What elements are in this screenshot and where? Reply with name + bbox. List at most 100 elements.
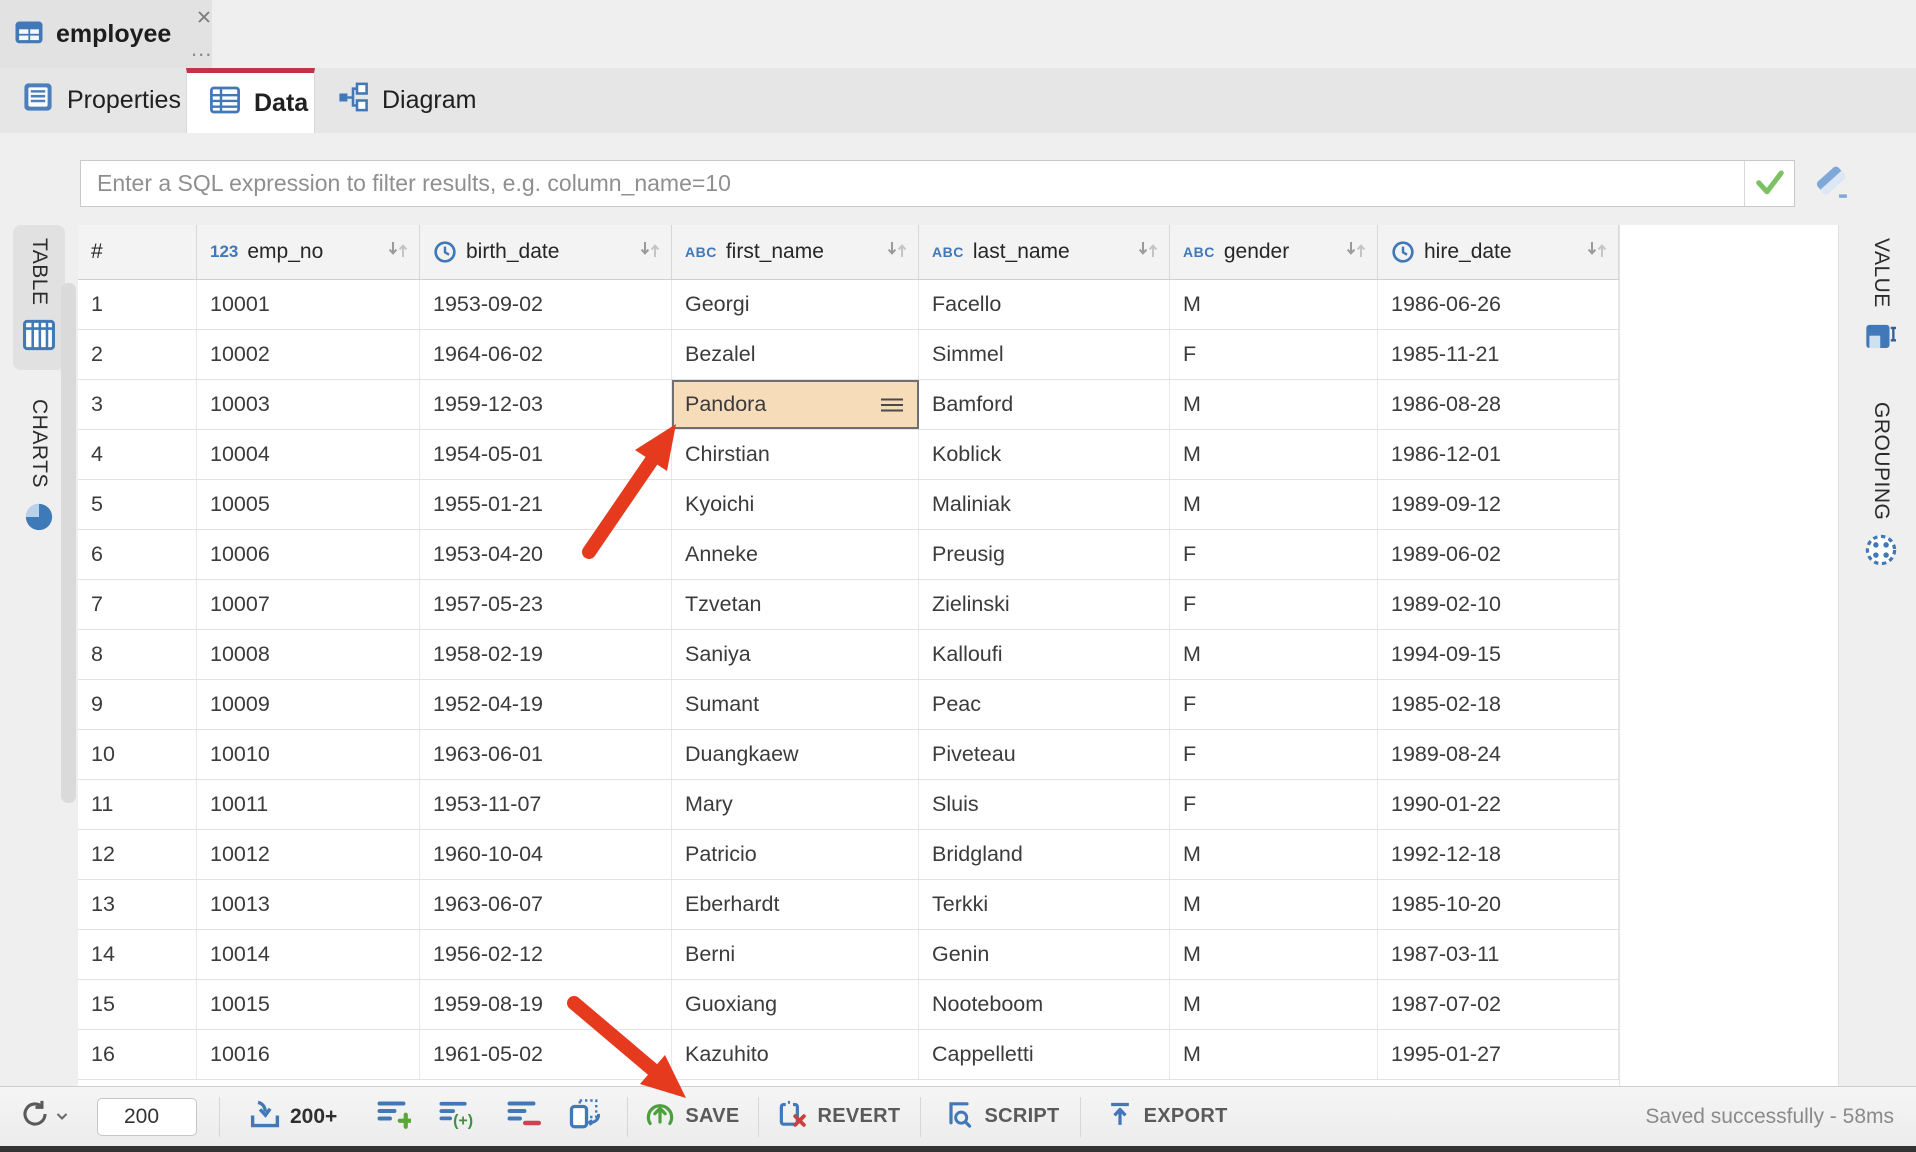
cell-first_name[interactable]: Kyoichi — [672, 480, 919, 529]
cell-birth_date[interactable]: 1963-06-01 — [420, 730, 672, 779]
selected-cell[interactable]: Pandora — [672, 380, 919, 429]
sort-icon[interactable] — [1344, 240, 1368, 265]
cell-last_name[interactable]: Peac — [919, 680, 1170, 729]
sort-icon[interactable] — [885, 240, 909, 265]
grid-vertical-scrollbar[interactable] — [61, 283, 76, 803]
cell-gender[interactable]: F — [1170, 530, 1378, 579]
row-number-cell[interactable]: 11 — [78, 780, 197, 829]
cell-birth_date[interactable]: 1961-05-02 — [420, 1030, 672, 1079]
cell-emp_no[interactable]: 10005 — [197, 480, 420, 529]
refresh-button[interactable] — [18, 1097, 69, 1136]
delete-row-button[interactable] — [505, 1097, 541, 1136]
row-number-cell[interactable]: 2 — [78, 330, 197, 379]
cell-first_name[interactable]: Saniya — [672, 630, 919, 679]
row-number-cell[interactable]: 6 — [78, 530, 197, 579]
cell-hire_date[interactable]: 1990-01-22 — [1378, 780, 1619, 829]
panel-tab-value[interactable]: VALUE — [1855, 225, 1907, 373]
cell-gender[interactable]: F — [1170, 780, 1378, 829]
sort-icon[interactable] — [1585, 240, 1609, 265]
cell-birth_date[interactable]: 1957-05-23 — [420, 580, 672, 629]
cell-last_name[interactable]: Simmel — [919, 330, 1170, 379]
cell-gender[interactable]: M — [1170, 830, 1378, 879]
save-button[interactable]: SAVE — [644, 1098, 739, 1136]
cell-birth_date[interactable]: 1956-02-12 — [420, 930, 672, 979]
cell-last_name[interactable]: Kalloufi — [919, 630, 1170, 679]
cell-first_name[interactable]: Mary — [672, 780, 919, 829]
cell-birth_date[interactable]: 1954-05-01 — [420, 430, 672, 479]
cell-hire_date[interactable]: 1986-06-26 — [1378, 280, 1619, 329]
cell-hire_date[interactable]: 1992-12-18 — [1378, 830, 1619, 879]
row-number-cell[interactable]: 15 — [78, 980, 197, 1029]
cell-last_name[interactable]: Terkki — [919, 880, 1170, 929]
cell-last_name[interactable]: Nooteboom — [919, 980, 1170, 1029]
row-number-cell[interactable]: 14 — [78, 930, 197, 979]
cell-gender[interactable]: M — [1170, 280, 1378, 329]
cell-first_name[interactable]: Sumant — [672, 680, 919, 729]
cell-birth_date[interactable]: 1955-01-21 — [420, 480, 672, 529]
cell-birth_date[interactable]: 1960-10-04 — [420, 830, 672, 879]
tab-overflow-icon[interactable]: ... — [191, 44, 217, 62]
cell-gender[interactable]: M — [1170, 430, 1378, 479]
row-number-cell[interactable]: 12 — [78, 830, 197, 879]
cell-gender[interactable]: M — [1170, 630, 1378, 679]
cell-hire_date[interactable]: 1986-08-28 — [1378, 380, 1619, 429]
cell-gender[interactable]: F — [1170, 730, 1378, 779]
cell-gender[interactable]: M — [1170, 930, 1378, 979]
duplicate-row-button[interactable]: (+) — [437, 1097, 475, 1136]
cell-emp_no[interactable]: 10014 — [197, 930, 420, 979]
cell-hire_date[interactable]: 1989-09-12 — [1378, 480, 1619, 529]
cell-last_name[interactable]: Preusig — [919, 530, 1170, 579]
cell-emp_no[interactable]: 10016 — [197, 1030, 420, 1079]
cell-emp_no[interactable]: 10003 — [197, 380, 420, 429]
column-header-gender[interactable]: ABCgender — [1170, 225, 1378, 279]
apply-filter-button[interactable] — [1744, 161, 1794, 206]
row-number-cell[interactable]: 8 — [78, 630, 197, 679]
add-row-button[interactable] — [375, 1097, 411, 1136]
cell-birth_date[interactable]: 1953-04-20 — [420, 530, 672, 579]
cell-emp_no[interactable]: 10002 — [197, 330, 420, 379]
cell-hire_date[interactable]: 1989-08-24 — [1378, 730, 1619, 779]
cell-hire_date[interactable]: 1989-06-02 — [1378, 530, 1619, 579]
cell-last_name[interactable]: Sluis — [919, 780, 1170, 829]
column-header-row-number[interactable]: # — [78, 225, 197, 279]
sort-icon[interactable] — [1136, 240, 1160, 265]
sql-filter-input[interactable] — [81, 161, 1744, 206]
cell-first_name[interactable]: Kazuhito — [672, 1030, 919, 1079]
script-button[interactable]: SCRIPT — [943, 1098, 1059, 1136]
column-header-birth_date[interactable]: birth_date — [420, 225, 672, 279]
cell-emp_no[interactable]: 10004 — [197, 430, 420, 479]
cell-emp_no[interactable]: 10007 — [197, 580, 420, 629]
cell-emp_no[interactable]: 10001 — [197, 280, 420, 329]
cell-birth_date[interactable]: 1953-09-02 — [420, 280, 672, 329]
column-header-last_name[interactable]: ABClast_name — [919, 225, 1170, 279]
row-number-cell[interactable]: 4 — [78, 430, 197, 479]
tab-data[interactable]: Data — [186, 68, 315, 133]
cell-birth_date[interactable]: 1953-11-07 — [420, 780, 672, 829]
row-number-cell[interactable]: 3 — [78, 380, 197, 429]
cell-emp_no[interactable]: 10015 — [197, 980, 420, 1029]
cell-hire_date[interactable]: 1987-03-11 — [1378, 930, 1619, 979]
row-number-cell[interactable]: 13 — [78, 880, 197, 929]
tab-properties[interactable]: Properties — [0, 68, 203, 133]
cell-last_name[interactable]: Maliniak — [919, 480, 1170, 529]
fetch-next-page-button[interactable]: 200+ — [248, 1097, 337, 1136]
tab-diagram[interactable]: Diagram — [315, 68, 498, 133]
cell-emp_no[interactable]: 10009 — [197, 680, 420, 729]
cell-last_name[interactable]: Cappelletti — [919, 1030, 1170, 1079]
cell-emp_no[interactable]: 10013 — [197, 880, 420, 929]
cell-birth_date[interactable]: 1963-06-07 — [420, 880, 672, 929]
cell-birth_date[interactable]: 1958-02-19 — [420, 630, 672, 679]
cell-gender[interactable]: M — [1170, 1030, 1378, 1079]
cell-gender[interactable]: F — [1170, 580, 1378, 629]
export-button[interactable]: EXPORT — [1105, 1099, 1228, 1135]
cell-gender[interactable]: M — [1170, 380, 1378, 429]
cell-birth_date[interactable]: 1959-12-03 — [420, 380, 672, 429]
row-number-cell[interactable]: 10 — [78, 730, 197, 779]
panel-tab-charts[interactable]: CHARTS — [13, 386, 65, 551]
cell-first_name[interactable]: Berni — [672, 930, 919, 979]
cell-last_name[interactable]: Koblick — [919, 430, 1170, 479]
cell-emp_no[interactable]: 10012 — [197, 830, 420, 879]
row-number-cell[interactable]: 1 — [78, 280, 197, 329]
cell-last_name[interactable]: Genin — [919, 930, 1170, 979]
cell-emp_no[interactable]: 10006 — [197, 530, 420, 579]
